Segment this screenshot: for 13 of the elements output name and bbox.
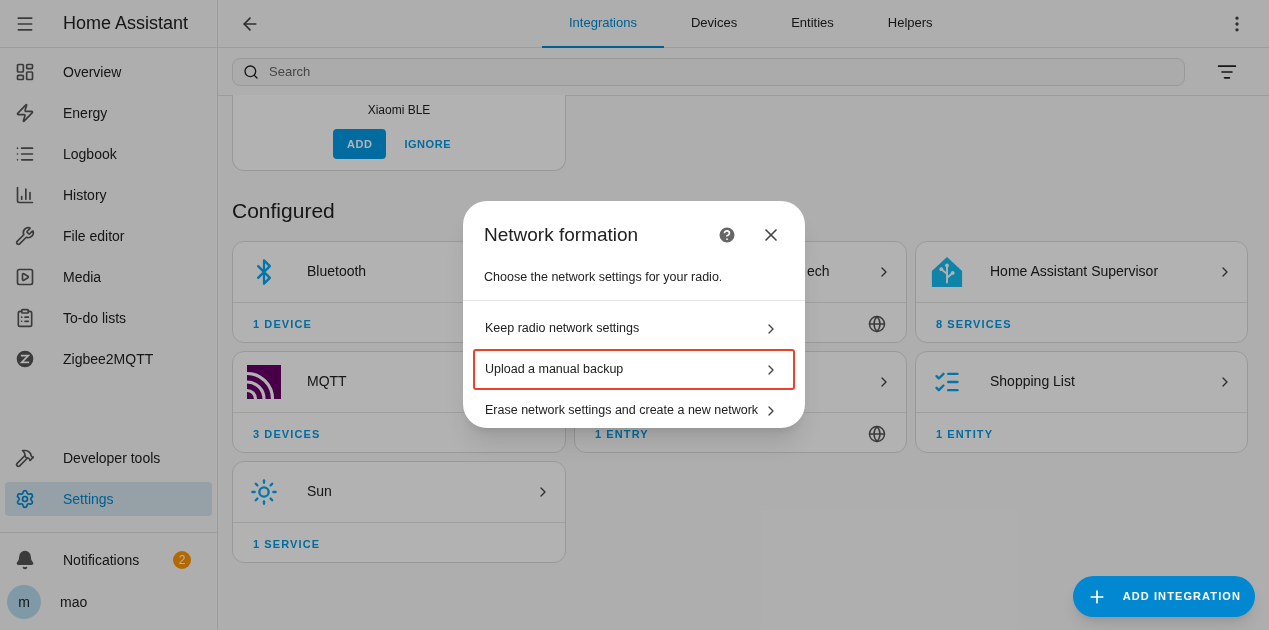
section-heading: Configured xyxy=(232,198,336,224)
integration-name: Bluetooth xyxy=(307,262,367,281)
user-name: mao xyxy=(60,592,88,612)
integration-name: Home Assistant Supervisor xyxy=(990,262,1159,281)
app-title: Home Assistant xyxy=(63,12,189,35)
integration-name: Sun xyxy=(307,482,332,501)
integration-name: MQTT xyxy=(307,372,347,391)
integration-name: ech xyxy=(807,262,830,281)
notification-count: 2 xyxy=(173,551,191,569)
user-avatar: m xyxy=(7,585,41,619)
integration-name: Shopping List xyxy=(990,372,1075,391)
integration-name: Xiaomi BLE xyxy=(367,102,431,119)
notifications-label: Notifications xyxy=(63,550,140,570)
